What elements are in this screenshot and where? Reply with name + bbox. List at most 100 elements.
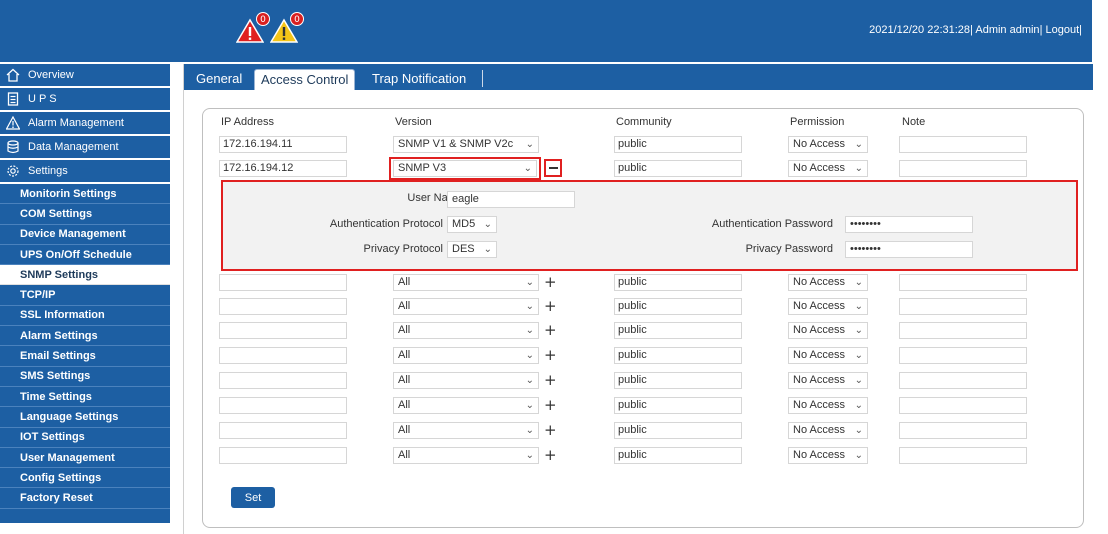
- community-input[interactable]: public: [614, 136, 742, 153]
- note-input[interactable]: [899, 372, 1027, 389]
- sidebar-subitem-user-management[interactable]: User Management: [0, 447, 170, 469]
- sidebar-subitem-monitorin-settings[interactable]: Monitorin Settings: [0, 184, 170, 205]
- critical-alarm-count: 0: [256, 12, 270, 26]
- note-input[interactable]: [899, 397, 1027, 414]
- ip-address-input[interactable]: [219, 347, 347, 364]
- sidebar-subitem-device-management[interactable]: Device Management: [0, 224, 170, 245]
- note-input[interactable]: [899, 422, 1027, 439]
- version-select[interactable]: All ⌄: [393, 447, 539, 464]
- permission-select[interactable]: No Access ⌄: [788, 372, 868, 389]
- auth-password-input[interactable]: ••••••••: [845, 216, 973, 233]
- note-input[interactable]: [899, 347, 1027, 364]
- sidebar-subitem-com-settings[interactable]: COM Settings: [0, 204, 170, 225]
- add-row-button[interactable]: +: [544, 322, 557, 339]
- sidebar-item-support-partial[interactable]: [0, 508, 170, 523]
- add-row-button[interactable]: +: [544, 298, 557, 315]
- version-select[interactable]: All ⌄: [393, 347, 539, 364]
- chevron-down-icon: ⌄: [483, 219, 492, 230]
- table-row: 172.16.194.12 SNMP V3 ⌄ public No Access ⌄: [184, 157, 1093, 180]
- sidebar-item-ups[interactable]: U P S: [0, 88, 170, 110]
- sidebar-subitem-time-settings[interactable]: Time Settings: [0, 386, 170, 408]
- permission-select[interactable]: No Access ⌄: [788, 298, 868, 315]
- version-select[interactable]: SNMP V3 ⌄: [393, 160, 537, 177]
- note-input[interactable]: [899, 160, 1027, 177]
- tab-access-control[interactable]: Access Control: [254, 69, 356, 90]
- set-button[interactable]: Set: [231, 487, 275, 508]
- version-select[interactable]: All ⌄: [393, 298, 539, 315]
- permission-select[interactable]: No Access ⌄: [788, 397, 868, 414]
- version-select[interactable]: All ⌄: [393, 274, 539, 291]
- ip-address-input[interactable]: [219, 322, 347, 339]
- sidebar-subitem-factory-reset[interactable]: Factory Reset: [0, 488, 170, 509]
- community-input[interactable]: public: [614, 274, 742, 291]
- sidebar-subitem-sms-settings[interactable]: SMS Settings: [0, 366, 170, 387]
- community-input[interactable]: public: [614, 422, 742, 439]
- add-row-button[interactable]: +: [544, 347, 557, 364]
- sidebar-subitem-ssl-information[interactable]: SSL Information: [0, 305, 170, 327]
- permission-select[interactable]: No Access ⌄: [788, 274, 868, 291]
- sidebar-subitem-iot-settings[interactable]: IOT Settings: [0, 427, 170, 448]
- ip-address-input[interactable]: 172.16.194.12: [219, 160, 347, 177]
- add-row-button[interactable]: +: [544, 397, 557, 414]
- sidebar-subitem-ups-onoff-schedule[interactable]: UPS On/Off Schedule: [0, 244, 170, 266]
- community-input[interactable]: public: [614, 447, 742, 464]
- permission-select[interactable]: No Access ⌄: [788, 422, 868, 439]
- version-select[interactable]: SNMP V1 & SNMP V2c ⌄: [393, 136, 539, 153]
- tab-general[interactable]: General: [190, 69, 248, 90]
- version-select[interactable]: All ⌄: [393, 422, 539, 439]
- user-name-input[interactable]: eagle: [447, 191, 575, 208]
- note-input[interactable]: [899, 274, 1027, 291]
- permission-select[interactable]: No Access ⌄: [788, 136, 868, 153]
- note-input[interactable]: [899, 447, 1027, 464]
- sidebar-item-overview[interactable]: Overview: [0, 64, 170, 86]
- remove-row-button[interactable]: [544, 159, 562, 177]
- warning-alarm-count: 0: [290, 12, 304, 26]
- critical-alarm-indicator[interactable]: 0: [236, 12, 270, 44]
- note-input[interactable]: [899, 322, 1027, 339]
- ip-address-input[interactable]: 172.16.194.11: [219, 136, 347, 153]
- permission-select[interactable]: No Access ⌄: [788, 347, 868, 364]
- version-select[interactable]: All ⌄: [393, 397, 539, 414]
- sidebar-subitem-tcp-ip[interactable]: TCP/IP: [0, 285, 170, 306]
- column-header-permission: Permission: [790, 116, 845, 128]
- sidebar-item-settings[interactable]: Settings: [0, 160, 170, 182]
- community-input[interactable]: public: [614, 372, 742, 389]
- sidebar-subitem-snmp-settings[interactable]: SNMP Settings: [0, 265, 170, 286]
- ip-address-input[interactable]: [219, 397, 347, 414]
- community-input[interactable]: public: [614, 397, 742, 414]
- auth-protocol-select[interactable]: MD5 ⌄: [447, 216, 497, 233]
- add-row-button[interactable]: +: [544, 274, 557, 291]
- add-row-button[interactable]: +: [544, 447, 557, 464]
- community-input[interactable]: public: [614, 322, 742, 339]
- ip-address-input[interactable]: [219, 422, 347, 439]
- sidebar-item-alarm-management[interactable]: Alarm Management: [0, 112, 170, 134]
- permission-select[interactable]: No Access ⌄: [788, 322, 868, 339]
- note-input[interactable]: [899, 136, 1027, 153]
- permission-select[interactable]: No Access ⌄: [788, 447, 868, 464]
- privacy-password-input[interactable]: ••••••••: [845, 241, 973, 258]
- column-header-note: Note: [902, 116, 926, 128]
- sidebar-item-data-management[interactable]: Data Management: [0, 136, 170, 158]
- add-row-button[interactable]: +: [544, 422, 557, 439]
- logout-link[interactable]: Logout: [1045, 24, 1079, 36]
- community-input[interactable]: public: [614, 347, 742, 364]
- community-input[interactable]: public: [614, 160, 742, 177]
- permission-select[interactable]: No Access ⌄: [788, 160, 868, 177]
- sidebar-subitem-alarm-settings[interactable]: Alarm Settings: [0, 326, 170, 347]
- ip-address-input[interactable]: [219, 447, 347, 464]
- version-select[interactable]: All ⌄: [393, 372, 539, 389]
- sidebar-subitem-language-settings[interactable]: Language Settings: [0, 407, 170, 428]
- warning-alarm-indicator[interactable]: 0: [270, 12, 304, 44]
- version-select[interactable]: All ⌄: [393, 322, 539, 339]
- sidebar-subitem-config-settings[interactable]: Config Settings: [0, 468, 170, 489]
- tab-trap-notification[interactable]: Trap Notification: [366, 69, 472, 90]
- sidebar-subitem-email-settings[interactable]: Email Settings: [0, 346, 170, 367]
- ip-address-input[interactable]: [219, 298, 347, 315]
- add-row-button[interactable]: +: [544, 372, 557, 389]
- ip-address-input[interactable]: [219, 274, 347, 291]
- chevron-down-icon: ⌄: [854, 375, 863, 386]
- note-input[interactable]: [899, 298, 1027, 315]
- privacy-protocol-select[interactable]: DES ⌄: [447, 241, 497, 258]
- ip-address-input[interactable]: [219, 372, 347, 389]
- community-input[interactable]: public: [614, 298, 742, 315]
